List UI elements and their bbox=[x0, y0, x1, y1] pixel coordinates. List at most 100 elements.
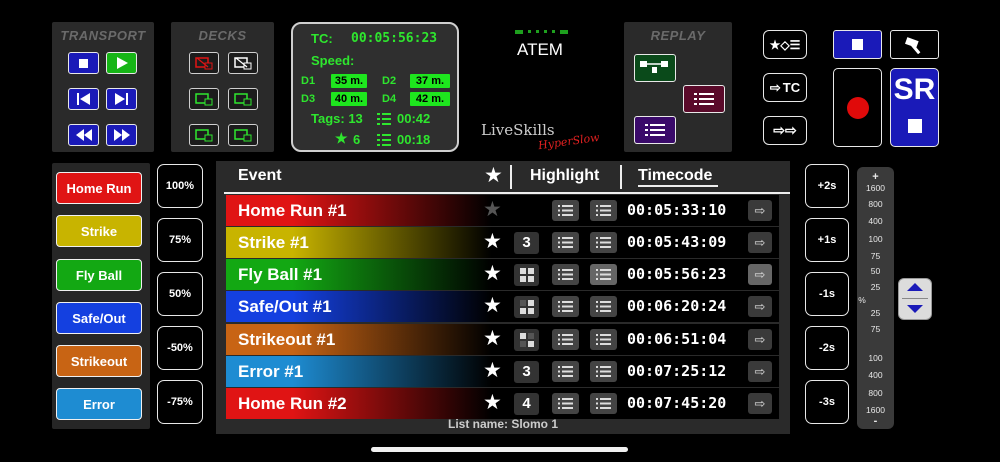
goto-tc-button[interactable]: ⇨ TC bbox=[763, 73, 807, 102]
replay-list-red-button[interactable] bbox=[683, 85, 725, 113]
star-icon[interactable]: ★ bbox=[483, 328, 502, 350]
scale-tick-label: 800 bbox=[868, 388, 883, 398]
event-button[interactable]: Strike bbox=[56, 215, 142, 247]
highlight-list-button[interactable] bbox=[552, 264, 579, 285]
event-button[interactable]: Fly Ball bbox=[56, 259, 142, 291]
event-button[interactable]: Error bbox=[56, 388, 142, 420]
deck-4-button[interactable] bbox=[228, 124, 258, 146]
play-button[interactable] bbox=[106, 52, 137, 74]
timecode-value: 00:05:33:10 bbox=[627, 201, 727, 219]
speed-preset-button[interactable]: 75% bbox=[157, 218, 203, 262]
time-offset-button[interactable]: -1s bbox=[805, 272, 849, 316]
record-stop-button[interactable] bbox=[833, 30, 882, 59]
stop-icon bbox=[908, 119, 922, 133]
next-arrows-button[interactable]: ⇨⇨ bbox=[763, 116, 807, 145]
highlight-list-button[interactable] bbox=[552, 232, 579, 253]
event-button[interactable]: Home Run bbox=[56, 172, 142, 204]
star-icon[interactable]: ★ bbox=[483, 263, 502, 285]
time-offset-button[interactable]: +2s bbox=[805, 164, 849, 208]
replay-camera-button[interactable] bbox=[634, 54, 676, 82]
event-button[interactable]: Safe/Out bbox=[56, 302, 142, 334]
star-icon[interactable]: ★ bbox=[483, 360, 502, 382]
star-icon[interactable]: ★ bbox=[483, 199, 502, 221]
list-button[interactable] bbox=[590, 329, 617, 350]
goto-arrow-icon[interactable]: ⇨ bbox=[748, 232, 772, 253]
highlight-list-button[interactable] bbox=[552, 329, 579, 350]
list-button[interactable] bbox=[590, 232, 617, 253]
highlight-grid[interactable] bbox=[514, 296, 539, 318]
goto-arrow-icon[interactable]: ⇨ bbox=[748, 296, 772, 317]
d1-value: 35 m. bbox=[331, 74, 367, 88]
list-button[interactable] bbox=[590, 200, 617, 221]
list-button[interactable] bbox=[590, 361, 617, 382]
list-button[interactable] bbox=[590, 296, 617, 317]
record-button[interactable] bbox=[833, 68, 882, 147]
time-offset-button[interactable]: -3s bbox=[805, 380, 849, 424]
highlight-list-button[interactable] bbox=[552, 361, 579, 382]
table-row[interactable]: Strike #1 ★ 3 00:05:43:09 ⇨ bbox=[226, 227, 779, 258]
sr-label: SR bbox=[893, 73, 936, 106]
goto-arrow-icon[interactable]: ⇨ bbox=[748, 361, 772, 382]
time-offset-button[interactable]: +1s bbox=[805, 218, 849, 262]
list-button[interactable] bbox=[590, 264, 617, 285]
speed-scale[interactable]: +1600 800 400 100 75 50 25% 25 75 100 400 800 1600- bbox=[857, 167, 894, 429]
table-row[interactable]: Strikeout #1 ★ 00:06:51:04 ⇨ bbox=[226, 324, 779, 355]
deck-all-button[interactable] bbox=[228, 52, 258, 74]
col-highlight-header[interactable]: Highlight bbox=[530, 167, 599, 185]
deck-red-button[interactable] bbox=[189, 52, 219, 74]
skip-back-button[interactable] bbox=[68, 88, 99, 110]
list-icon bbox=[694, 92, 714, 105]
chevron-down-icon[interactable] bbox=[907, 305, 923, 313]
col-event-header[interactable]: Event bbox=[238, 167, 282, 185]
speed-preset-button[interactable]: -50% bbox=[157, 326, 203, 370]
star-time: 00:18 bbox=[397, 132, 431, 147]
highlight-grid-icon bbox=[519, 268, 534, 282]
skip-forward-button[interactable] bbox=[106, 88, 137, 110]
table-row[interactable]: Safe/Out #1 ★ 00:06:20:24 ⇨ bbox=[226, 291, 779, 322]
timecode-value: 00:06:20:24 bbox=[627, 297, 727, 315]
atem-label[interactable]: ATEM bbox=[517, 40, 563, 60]
col-star-header-icon[interactable]: ★ bbox=[484, 163, 503, 188]
list-icon bbox=[558, 398, 573, 409]
highlight-list-button[interactable] bbox=[552, 393, 579, 414]
deck-1-button[interactable] bbox=[189, 88, 219, 110]
replay-list-purple-button[interactable] bbox=[634, 116, 676, 144]
star-icon[interactable]: ★ bbox=[483, 231, 502, 253]
table-row[interactable]: Error #1 ★ 3 00:07:25:12 ⇨ bbox=[226, 356, 779, 387]
event-button[interactable]: Strikeout bbox=[56, 345, 142, 377]
speed-preset-button[interactable]: -75% bbox=[157, 380, 203, 424]
star-icon[interactable]: ★ bbox=[483, 392, 502, 414]
stop-button[interactable] bbox=[68, 52, 99, 74]
speed-preset-button[interactable]: 50% bbox=[157, 272, 203, 316]
time-offset-button[interactable]: -2s bbox=[805, 326, 849, 370]
goto-arrow-icon[interactable]: ⇨ bbox=[748, 329, 772, 350]
table-row[interactable]: Fly Ball #1 ★ 00:05:56:23 ⇨ bbox=[226, 259, 779, 290]
gavel-button[interactable] bbox=[890, 30, 939, 59]
rewind-button[interactable] bbox=[68, 124, 99, 146]
col-timecode-header[interactable]: Timecode bbox=[638, 167, 718, 187]
timecode-status-box: TC: 00:05:56:23 Speed: D1 35 m. D2 37 m.… bbox=[291, 22, 459, 152]
deck-2-button[interactable] bbox=[228, 88, 258, 110]
highlight-grid[interactable] bbox=[514, 264, 539, 286]
sr-button[interactable]: SR bbox=[890, 68, 939, 147]
table-row[interactable]: Home Run #1 ★ 00:05:33:10 ⇨ bbox=[226, 195, 779, 226]
deck-3-button[interactable] bbox=[189, 124, 219, 146]
speed-preset-button[interactable]: 100% bbox=[157, 164, 203, 208]
timecode-value: 00:07:25:12 bbox=[627, 362, 727, 380]
star-icon[interactable]: ★ bbox=[483, 295, 502, 317]
deck-3-icon bbox=[195, 128, 213, 141]
scale-tick-label: 1600 bbox=[866, 183, 885, 193]
goto-arrow-icon[interactable]: ⇨ bbox=[748, 200, 772, 221]
chevron-up-icon[interactable] bbox=[907, 283, 923, 291]
event-name: Home Run #1 bbox=[238, 201, 347, 220]
highlight-list-button[interactable] bbox=[552, 200, 579, 221]
highlight-list-button[interactable] bbox=[552, 296, 579, 317]
list-button[interactable] bbox=[590, 393, 617, 414]
fast-forward-button[interactable] bbox=[106, 124, 137, 146]
star-list-button[interactable]: ★◇☰ bbox=[763, 30, 807, 59]
goto-arrow-icon[interactable]: ⇨ bbox=[748, 264, 772, 285]
scroll-stepper[interactable] bbox=[898, 278, 932, 320]
highlight-grid[interactable] bbox=[514, 329, 539, 351]
table-row[interactable]: Home Run #2 ★ 4 00:07:45:20 ⇨ bbox=[226, 388, 779, 419]
goto-arrow-icon[interactable]: ⇨ bbox=[748, 393, 772, 414]
